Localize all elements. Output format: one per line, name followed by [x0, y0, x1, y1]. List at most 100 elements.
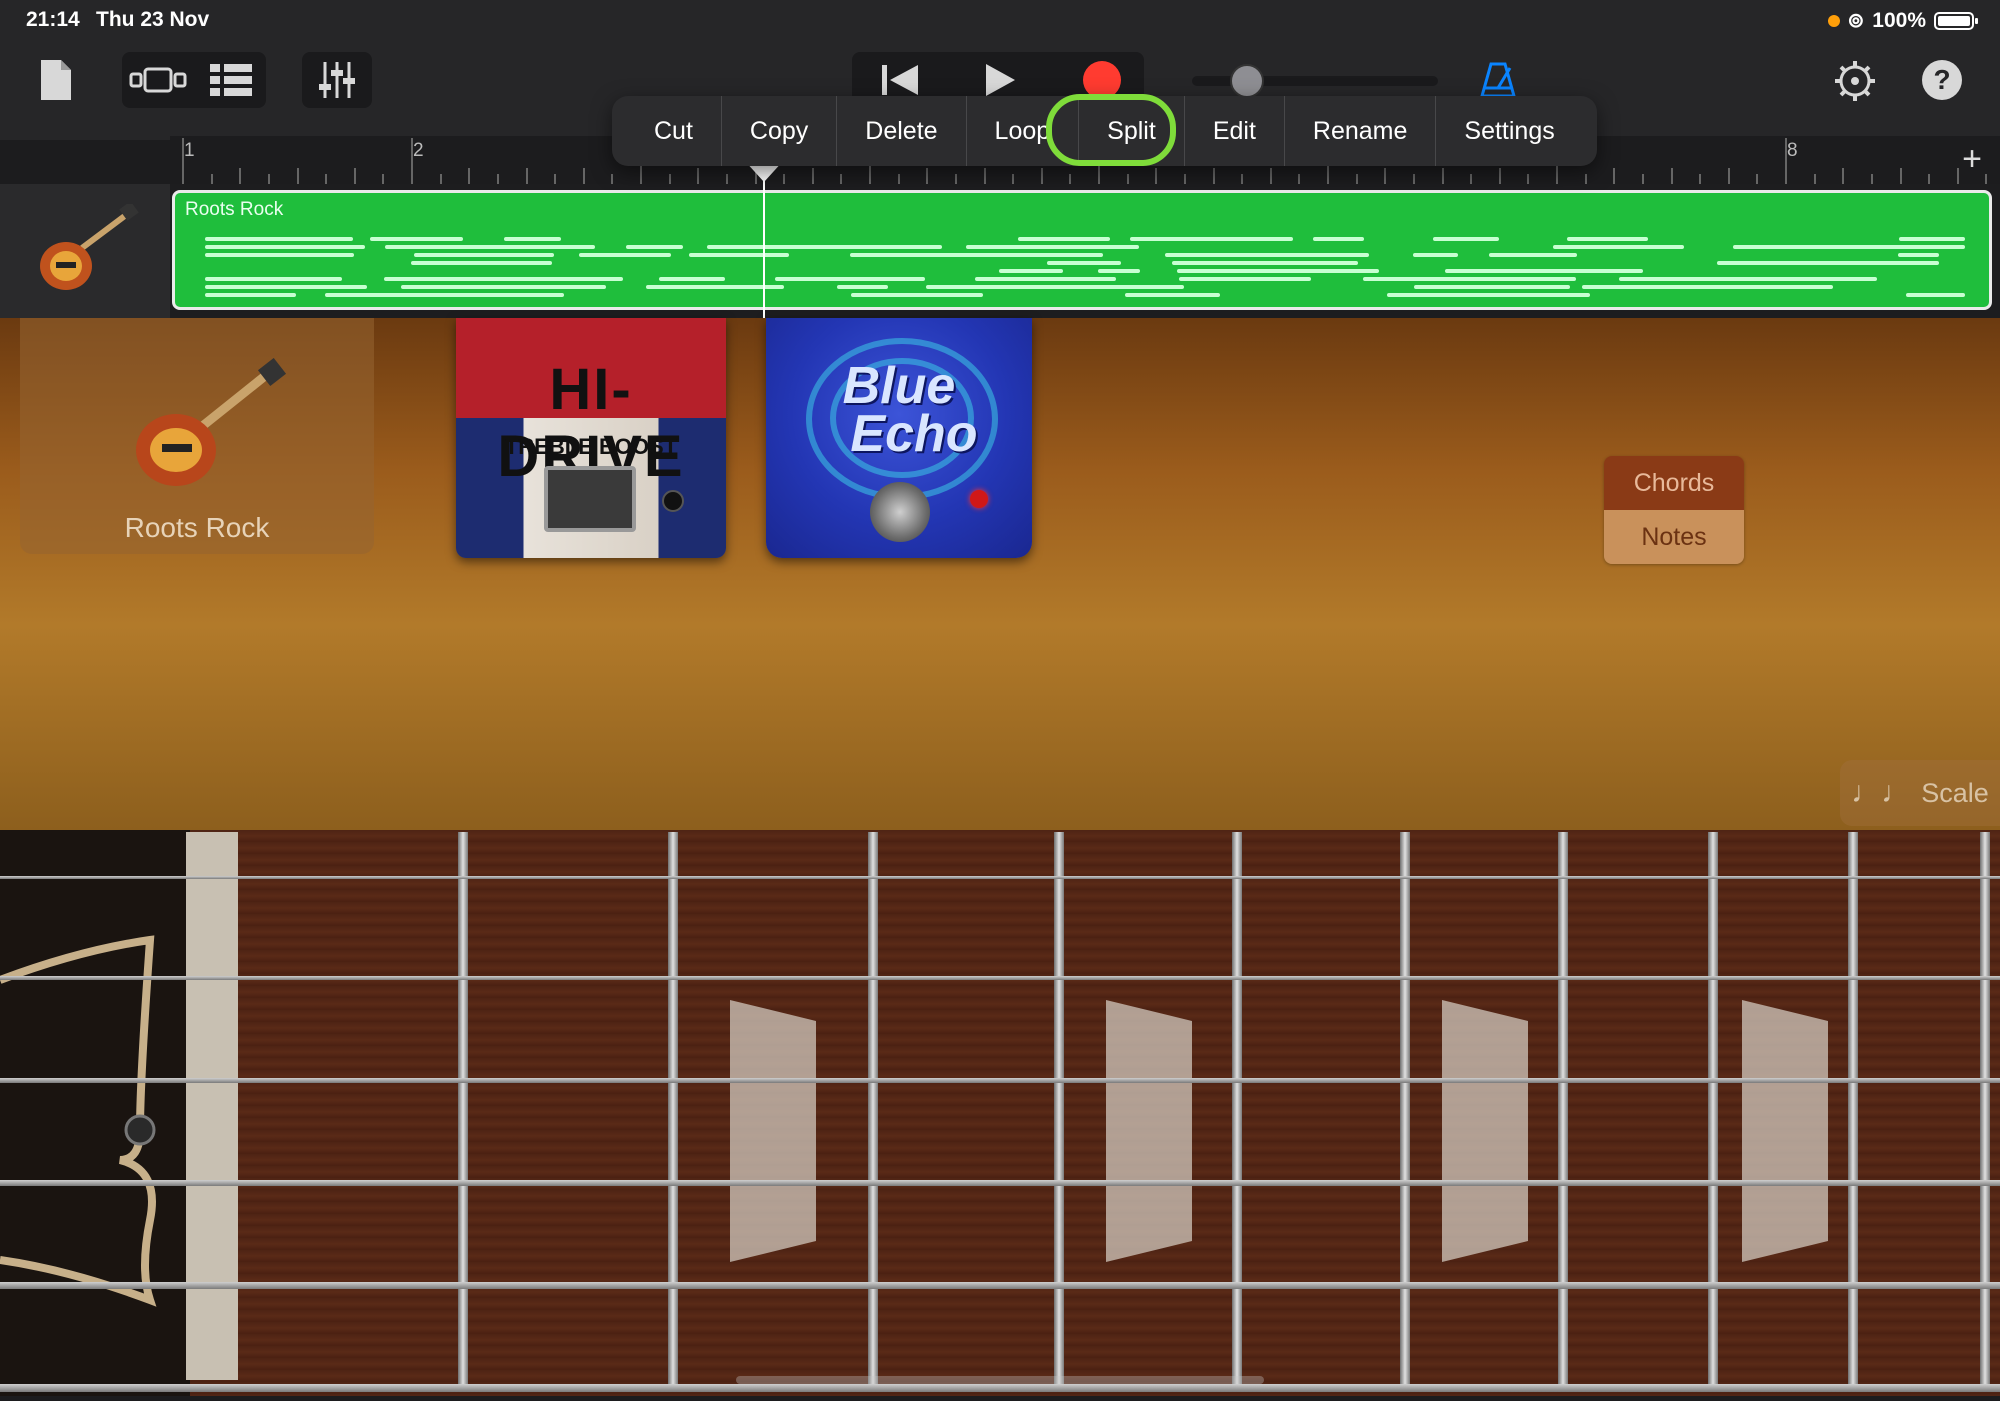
- menu-item-cut[interactable]: Cut: [626, 96, 721, 166]
- fretboard[interactable]: [0, 830, 2000, 1396]
- track-header[interactable]: [0, 184, 170, 318]
- preset-name: Roots Rock: [124, 512, 270, 543]
- ruler-tick: [582, 168, 585, 184]
- music-notes-icon: ♩♩: [1851, 776, 1912, 809]
- region-note: [1905, 293, 1965, 297]
- chords-button[interactable]: Chords: [1604, 456, 1744, 510]
- region-note: [774, 277, 925, 281]
- ruler-tick: [1785, 138, 1787, 184]
- region-note: [369, 237, 464, 241]
- region-note: [1165, 253, 1370, 257]
- ruler-tick: [1355, 174, 1358, 184]
- region-note: [1899, 237, 1965, 241]
- pedal-led-icon: [662, 490, 684, 512]
- region-note: [1553, 245, 1684, 249]
- fret-wire: [1848, 832, 1858, 1392]
- playhead[interactable]: [763, 160, 765, 318]
- fret-wire: [668, 832, 678, 1392]
- ruler-tick: [210, 174, 213, 184]
- menu-item-copy[interactable]: Copy: [720, 96, 836, 166]
- tracks-view-icon[interactable]: [200, 56, 262, 104]
- browser-view-icon[interactable]: [126, 56, 190, 104]
- split-highlight-ring: [1046, 94, 1176, 166]
- ruler-tick: [1699, 174, 1702, 184]
- scale-button[interactable]: ♩♩ Scale: [1840, 760, 2000, 826]
- help-icon[interactable]: ?: [1922, 60, 1962, 100]
- chords-notes-switch: Chords Notes: [1604, 456, 1744, 564]
- ruler-tick: [697, 168, 700, 184]
- ruler-tick: [1441, 168, 1444, 184]
- guitar-string[interactable]: [0, 1078, 2000, 1083]
- region-note: [707, 245, 942, 249]
- ruler-tick: [554, 174, 557, 184]
- guitar-preset-icon: [136, 358, 287, 486]
- notes-button[interactable]: Notes: [1604, 510, 1744, 564]
- mixer-icon[interactable]: [302, 52, 372, 108]
- status-date: Thu 23 Nov: [96, 8, 210, 31]
- region-note: [324, 293, 565, 297]
- ruler-tick: [1498, 168, 1501, 184]
- hi-drive-pedal[interactable]: HI-DRIVE TREBLE BOOST: [456, 318, 726, 558]
- volume-slider[interactable]: [1192, 64, 1438, 98]
- region-note: [411, 261, 552, 265]
- pedal-footswitch[interactable]: [870, 482, 930, 542]
- ruler-tick: [1298, 174, 1301, 184]
- region-note: [1313, 237, 1365, 241]
- ruler-tick: [1470, 174, 1473, 184]
- guitar-string[interactable]: [0, 1282, 2000, 1289]
- ruler-tick: [525, 168, 528, 184]
- region-note: [1414, 285, 1571, 289]
- region-note: [1566, 237, 1649, 241]
- region-note: [975, 277, 1117, 281]
- document-icon[interactable]: [36, 56, 76, 104]
- ruler-tick: [1813, 174, 1816, 184]
- guitar-string[interactable]: [0, 1180, 2000, 1186]
- region-name: Roots Rock: [185, 199, 284, 220]
- ruler-tick: [1012, 174, 1015, 184]
- ruler-tick: [668, 174, 671, 184]
- pedal-footswitch[interactable]: [544, 466, 636, 532]
- ruler-tick: [296, 168, 299, 184]
- menu-item-settings[interactable]: Settings: [1435, 96, 1582, 166]
- menu-item-edit[interactable]: Edit: [1183, 96, 1284, 166]
- link-icon: ⊚: [1847, 10, 1865, 32]
- binding-outline: [0, 935, 157, 1307]
- scale-label: Scale: [1921, 777, 1989, 808]
- ruler-tick: [1212, 168, 1215, 184]
- guitar-string[interactable]: [0, 976, 2000, 980]
- status-time: 21:14: [26, 8, 80, 31]
- ruler-tick: [1842, 168, 1845, 184]
- add-section-icon[interactable]: +: [1962, 140, 1982, 179]
- region-note: [579, 253, 672, 257]
- ruler-tick: [926, 168, 929, 184]
- fret-inlay: [1742, 1000, 1828, 1262]
- region-note: [384, 277, 624, 281]
- horizontal-scrollbar[interactable]: [736, 1376, 1264, 1384]
- guitar-string[interactable]: [0, 1384, 2000, 1392]
- ruler-tick: [1126, 174, 1129, 184]
- ruler-tick: [1641, 174, 1644, 184]
- track-region[interactable]: Roots Rock: [172, 190, 1992, 310]
- ruler-tick: [1670, 168, 1673, 184]
- volume-slider-thumb[interactable]: [1230, 64, 1264, 98]
- guitar-string[interactable]: [0, 876, 2000, 879]
- settings-gear-icon[interactable]: [1830, 56, 1880, 106]
- menu-item-rename[interactable]: Rename: [1283, 96, 1436, 166]
- fret-wire: [1980, 832, 1990, 1392]
- region-note: [966, 245, 1139, 249]
- ruler-tick: [496, 174, 499, 184]
- region-note: [836, 285, 889, 289]
- ruler-tick: [182, 138, 184, 184]
- ruler-tick: [1756, 174, 1759, 184]
- region-note: [205, 245, 366, 249]
- region-note: [1489, 253, 1577, 257]
- blue-echo-pedal[interactable]: Blue Echo: [766, 318, 1032, 558]
- fret-wire: [1400, 832, 1410, 1392]
- ruler-tick: [954, 174, 957, 184]
- ruler-tick: [325, 174, 328, 184]
- fret-wire: [1558, 832, 1568, 1392]
- region-note: [1124, 293, 1221, 297]
- region-note: [400, 285, 606, 289]
- menu-item-delete[interactable]: Delete: [836, 96, 965, 166]
- region-note: [998, 269, 1063, 273]
